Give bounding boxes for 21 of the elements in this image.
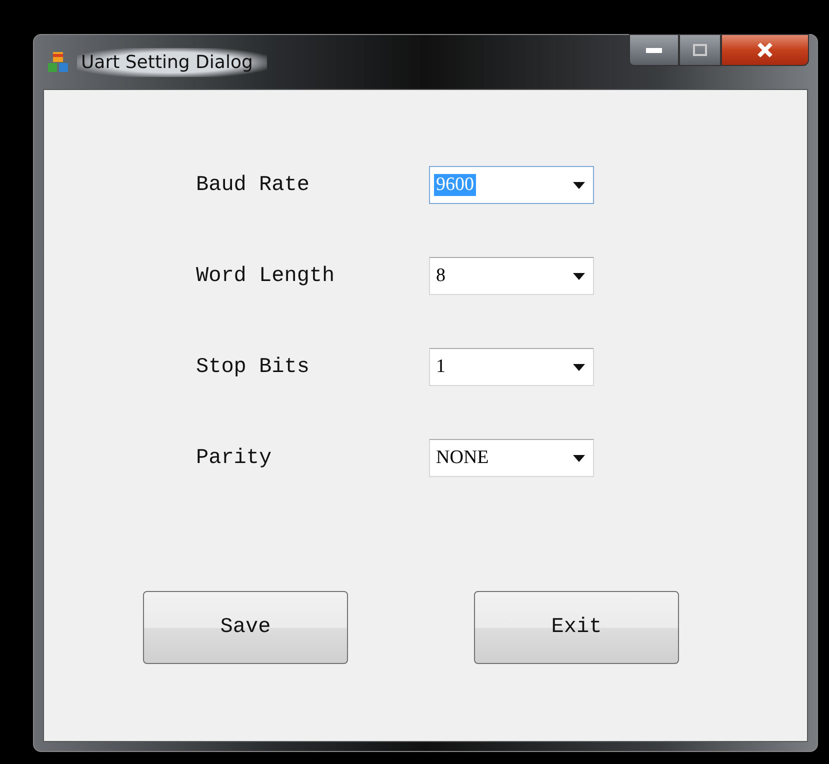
field-label: Parity (196, 446, 273, 470)
maximize-button[interactable] (679, 34, 721, 66)
window-title: Uart Setting Dialog (77, 48, 267, 76)
caret-icon (573, 364, 585, 370)
close-icon (756, 42, 774, 58)
minimize-button[interactable] (629, 34, 679, 66)
field-label: Stop Bits (196, 356, 310, 378)
caret-icon (573, 182, 585, 188)
dialog-button[interactable]: Save (143, 591, 348, 664)
maximize-icon (693, 44, 707, 56)
field-label: Word Length (196, 264, 336, 288)
dialog-button[interactable]: Exit (474, 591, 679, 664)
app-icon (47, 51, 69, 73)
dropdown[interactable]: 1 (429, 348, 594, 386)
close-button[interactable] (721, 34, 809, 66)
dropdown[interactable]: NONE (429, 439, 594, 477)
dropdown[interactable]: 8 (429, 257, 594, 295)
caret-icon (573, 454, 585, 462)
field-label: Baud Rate (196, 174, 310, 196)
minimize-icon (646, 48, 662, 52)
caret-icon (573, 272, 585, 280)
